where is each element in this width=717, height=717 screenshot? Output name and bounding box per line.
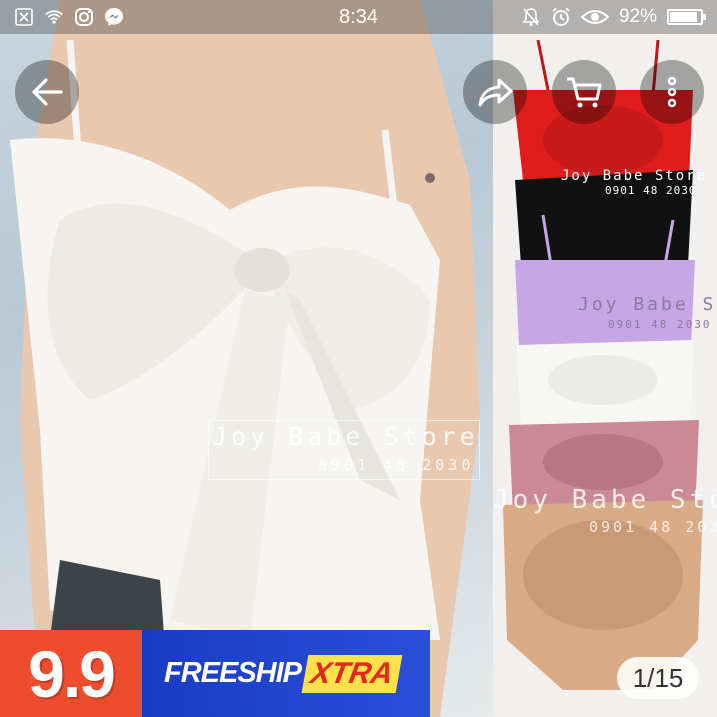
- battery-icon: [667, 9, 706, 25]
- watermark-phone-top: 0901 48 2030: [605, 184, 697, 197]
- cart-button[interactable]: [552, 60, 616, 124]
- watermark-phone-mid: 0901 48 2030: [608, 318, 712, 331]
- bell-muted-icon: [522, 8, 540, 26]
- wifi-icon: [45, 10, 63, 24]
- status-right-icons: 92%: [521, 6, 706, 28]
- cart-icon: [567, 77, 602, 108]
- share-icon: [478, 78, 513, 107]
- battery-percent: 92%: [618, 6, 657, 27]
- alarm-icon: [552, 7, 570, 26]
- status-time: 8:34: [339, 5, 378, 28]
- notification-close-icon: [15, 8, 33, 26]
- watermark-phone-bottom: 0901 48 2030: [589, 518, 717, 536]
- freeship-xtra-label: FREESHIP XTRA: [142, 630, 430, 717]
- battery-level-fill: [670, 12, 698, 22]
- watermark-store-name-mid: Joy Babe Store: [578, 294, 717, 315]
- watermark-store-name-bottom: Joy Babe Store: [493, 485, 717, 515]
- messenger-icon: [105, 8, 123, 26]
- watermark-phone: 0901 48 2030: [318, 456, 475, 474]
- promo-99-label: 9.9: [0, 630, 142, 717]
- image-counter: 1/15: [617, 657, 699, 699]
- instagram-icon: [75, 8, 93, 26]
- freeship-text: FREESHIP: [164, 657, 302, 689]
- promo-banner[interactable]: 9.9 FREESHIP XTRA: [0, 630, 430, 717]
- watermark-store-name: Joy Babe Store: [212, 422, 479, 451]
- eye-icon: [580, 10, 609, 24]
- back-arrow-icon: [32, 78, 63, 106]
- more-button[interactable]: [640, 60, 704, 124]
- watermark-store-name-top: Joy Babe Store: [561, 168, 708, 184]
- back-button[interactable]: [15, 60, 79, 124]
- share-button[interactable]: [463, 60, 527, 124]
- xtra-text: XTRA: [301, 654, 403, 693]
- status-bar: 8:34 92%: [0, 0, 717, 34]
- more-vertical-icon: [667, 76, 677, 108]
- status-left-icons: [14, 7, 124, 27]
